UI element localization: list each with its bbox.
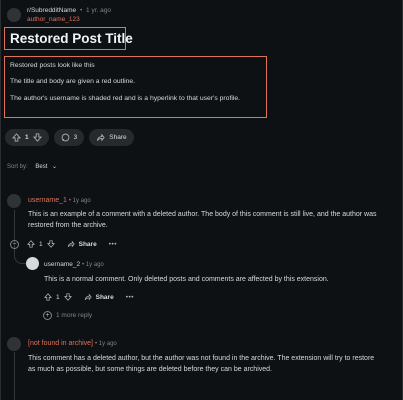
thread-line[interactable] <box>14 210 15 256</box>
sort-control: Sort by: Best ⌄ <box>7 163 57 170</box>
post-body-line: The title and body are given a red outli… <box>10 78 136 86</box>
comment-actions: 1 Share ••• <box>44 293 134 301</box>
post-time: 1 yr. ago <box>86 7 111 14</box>
post-body-line: The author's username is shaded red and … <box>10 94 241 102</box>
comment-author-link[interactable]: [not found in archive] <box>28 340 93 347</box>
comment-meta: username_1 • 1y ago <box>28 197 91 204</box>
vote-count: 1 <box>25 134 29 141</box>
subreddit-link[interactable]: r/SubredditName <box>27 7 76 14</box>
subreddit-line: r/SubredditName • 1 yr. ago <box>27 7 111 14</box>
restored-body-outline: Restored posts look like this The title … <box>4 56 267 118</box>
comment-body: This is an example of a comment with a d… <box>28 211 377 229</box>
post-author-link[interactable]: author_name_123 <box>27 16 80 23</box>
sort-label: Sort by: <box>7 164 28 170</box>
comment-count: 3 <box>73 134 78 141</box>
share-icon[interactable] <box>67 240 75 248</box>
downvote-icon[interactable] <box>46 240 55 248</box>
comment-body: This comment has a deleted author, but t… <box>28 355 375 373</box>
separator-dot: • <box>79 7 83 14</box>
comment-avatar[interactable] <box>7 194 21 208</box>
comment-avatar[interactable] <box>26 257 39 270</box>
comment-actions: 1 Share ••• <box>27 240 117 248</box>
comment-vote-count: 1 <box>39 240 43 248</box>
vote-pill: 1 <box>5 129 49 146</box>
comment-icon <box>61 133 70 142</box>
more-options-icon[interactable]: ••• <box>126 294 134 301</box>
more-options-icon[interactable]: ••• <box>109 241 117 248</box>
comment-time: 1y ago <box>72 198 91 204</box>
more-replies-label: 1 more reply <box>56 312 93 319</box>
post-actions: 1 3 Share <box>5 129 134 146</box>
more-replies-link[interactable]: + 1 more reply <box>43 311 92 320</box>
downvote-icon[interactable] <box>32 133 42 142</box>
comment-author-link[interactable]: username_1 <box>28 197 67 204</box>
comment-vote-count: 1 <box>56 293 60 301</box>
comments-button[interactable]: 3 <box>53 129 85 146</box>
share-button[interactable]: Share <box>89 129 134 146</box>
comment-meta: [not found in archive] • 1y ago <box>28 340 117 347</box>
post-title: Restored Post Title <box>10 31 133 46</box>
restored-title-outline: Restored Post Title <box>4 27 133 50</box>
expand-icon: + <box>43 311 52 320</box>
upvote-icon[interactable] <box>12 133 21 142</box>
share-icon <box>96 133 105 142</box>
chevron-down-icon: ⌄ <box>52 164 58 170</box>
collapse-thread-icon[interactable]: − <box>10 240 19 249</box>
comment-avatar[interactable] <box>7 337 21 351</box>
downvote-icon[interactable] <box>63 293 72 301</box>
sort-dropdown[interactable]: Best ⌄ <box>35 164 57 170</box>
comment-share-label[interactable]: Share <box>96 294 114 301</box>
comment-meta: username_2 • 1y ago <box>44 261 104 268</box>
subreddit-avatar[interactable] <box>7 8 21 22</box>
share-icon[interactable] <box>84 293 92 301</box>
comment-body: This is a normal comment. Only deleted p… <box>44 276 329 283</box>
comment-share-label[interactable]: Share <box>79 241 97 248</box>
page-frame: r/SubredditName • 1 yr. ago author_name_… <box>0 0 403 400</box>
comment-author-link[interactable]: username_2 <box>44 261 80 268</box>
upvote-icon[interactable] <box>27 240 35 248</box>
thread-line[interactable] <box>14 352 15 400</box>
sort-value: Best <box>35 164 48 170</box>
share-label: Share <box>109 134 127 141</box>
post-body-line: Restored posts look like this <box>10 62 95 69</box>
comment-time: 1y ago <box>85 262 104 268</box>
comment-time: 1y ago <box>98 341 117 347</box>
upvote-icon[interactable] <box>44 293 52 301</box>
